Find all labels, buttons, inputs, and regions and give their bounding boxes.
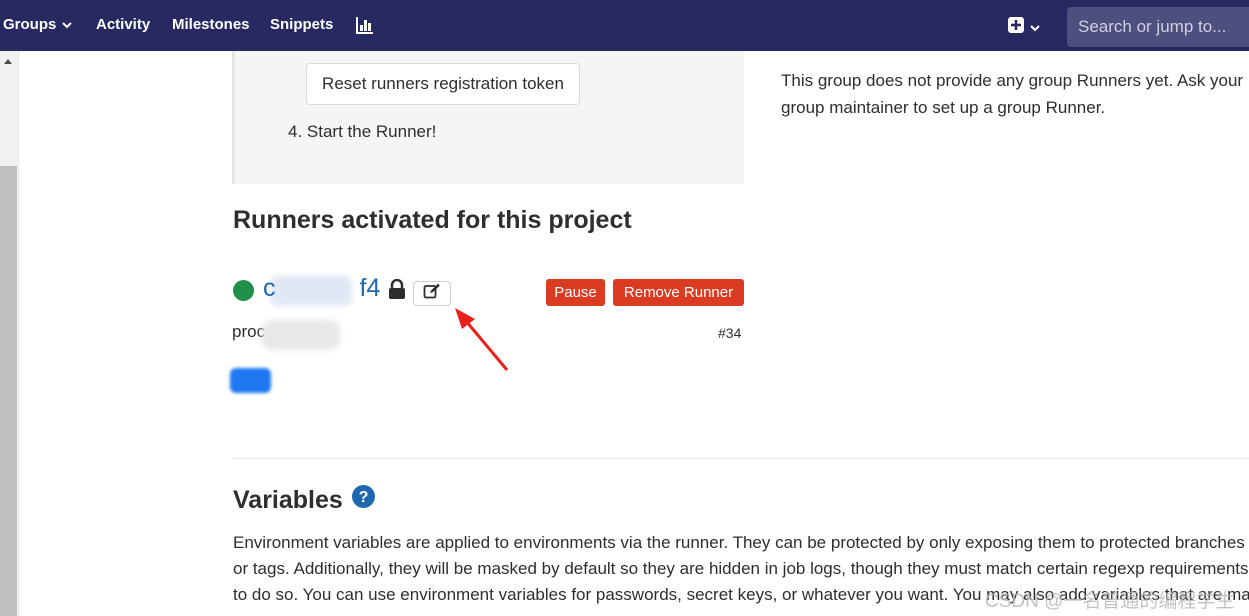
variables-line-2: or tags. Additionally, they will be mask… (233, 559, 1249, 578)
nav-groups-dropdown[interactable]: Groups (3, 16, 73, 33)
nav-groups-label: Groups (3, 16, 57, 33)
variables-section-title: Variables ? (233, 485, 375, 515)
runner-id-suffix: f4 (359, 274, 381, 302)
new-item-dropdown[interactable] (1008, 17, 1040, 37)
lock-icon (388, 278, 406, 305)
variables-line-1: Environment variables are applied to env… (233, 533, 1245, 552)
svg-text:?: ? (358, 489, 368, 506)
chevron-down-icon (1030, 19, 1040, 36)
chart-icon[interactable] (356, 16, 374, 34)
edit-icon (423, 283, 441, 304)
csdn-watermark: CSDN @一名普通的编程学生 (985, 591, 1235, 612)
nav-activity-link[interactable]: Activity (96, 16, 150, 33)
top-navbar: Groups Activity Milestones Snippets Sear… (0, 0, 1249, 51)
page-scrollbar[interactable] (0, 51, 19, 616)
redacted-runner-description (262, 320, 340, 350)
pause-runner-button[interactable]: Pause (546, 279, 605, 306)
reset-registration-token-button[interactable]: Reset runners registration token (306, 63, 580, 105)
annotation-arrow-icon (450, 305, 512, 378)
runner-status-online-icon (233, 280, 254, 301)
edit-runner-button[interactable] (413, 281, 451, 306)
runner-id-link[interactable]: c f4 (263, 274, 380, 303)
plus-square-icon (1008, 17, 1024, 37)
group-runners-note: This group does not provide any group Ru… (781, 71, 1244, 117)
step-start-runner: 4. Start the Runner! (288, 122, 437, 141)
scrollbar-thumb[interactable] (0, 166, 17, 616)
variables-title-text: Variables (233, 485, 343, 514)
redacted-runner-tag (230, 368, 271, 393)
search-input[interactable]: Search or jump to... (1067, 7, 1249, 47)
nav-snippets-link[interactable]: Snippets (270, 16, 333, 33)
runners-section-title: Runners activated for this project (233, 206, 632, 234)
scroll-up-arrow-icon[interactable] (4, 59, 12, 64)
search-placeholder: Search or jump to... (1078, 17, 1227, 36)
question-circle-icon[interactable]: ? (351, 485, 375, 515)
section-divider (232, 458, 1249, 459)
chevron-down-icon (62, 16, 73, 33)
runner-description: proc (232, 322, 266, 341)
remove-runner-button[interactable]: Remove Runner (613, 279, 744, 306)
runner-number: #34 (718, 325, 742, 341)
nav-milestones-link[interactable]: Milestones (172, 16, 250, 33)
